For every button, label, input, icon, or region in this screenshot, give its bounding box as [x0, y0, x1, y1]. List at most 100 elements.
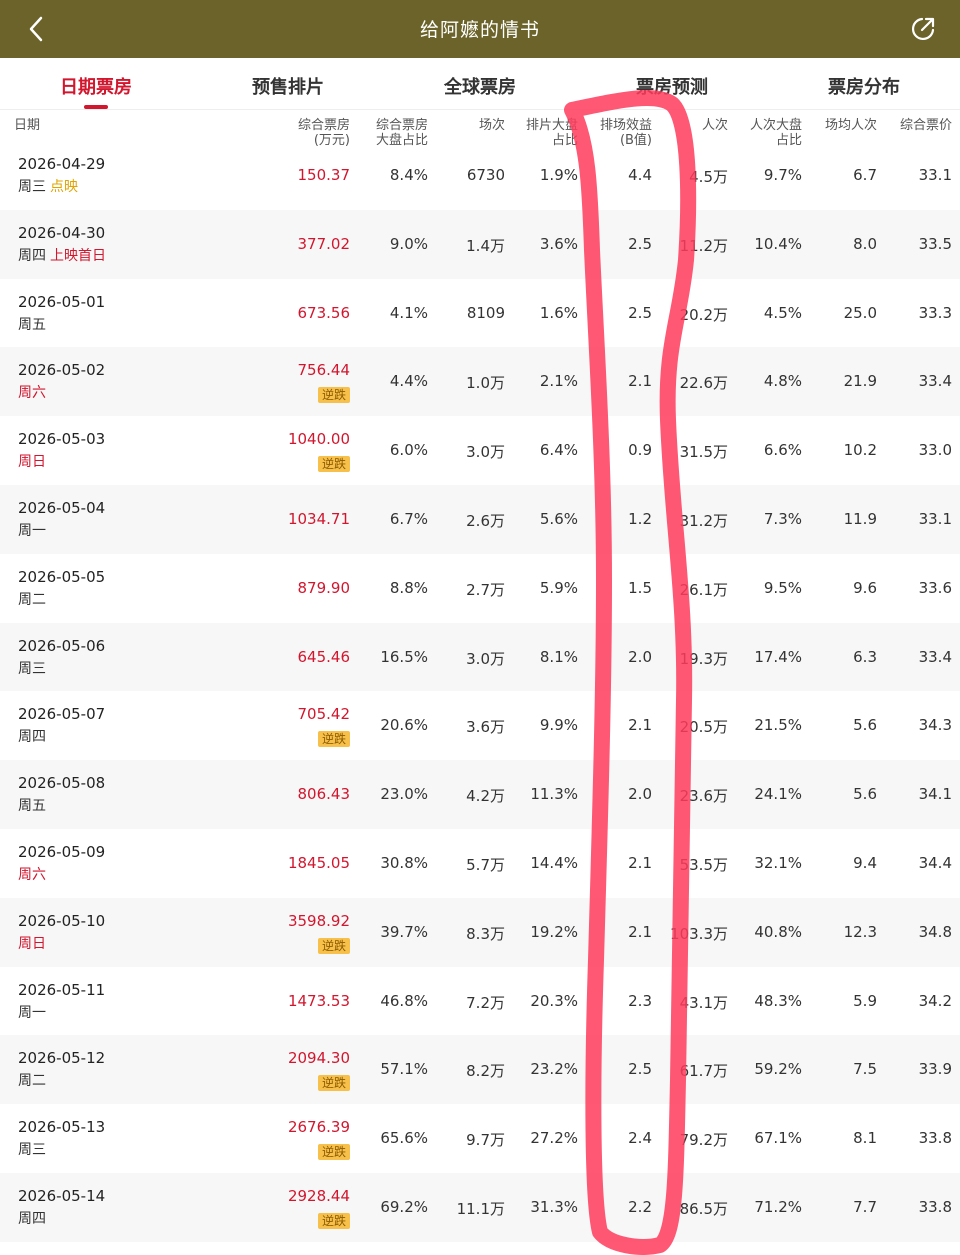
box-office-value: 645.46 — [297, 647, 351, 666]
shows-value: 8109 — [466, 303, 505, 322]
table-row[interactable]: 2026-05-11 周一 1473.53 46.8% 7.2万 20.3% 2.3 43.1… — [0, 967, 960, 1036]
table-row[interactable]: 2026-05-09 周六 1845.05 30.8% 5.7万 14.4% 2.1 53.5… — [0, 829, 960, 898]
admissions-value: 4.5万 — [689, 168, 728, 186]
avg-adm-value: 7.5 — [853, 1060, 877, 1079]
row-date: 2026-05-11 — [18, 980, 106, 999]
show-share-value: 1.9% — [539, 166, 578, 184]
admissions-value: 20.2万 — [679, 305, 728, 324]
box-office-value: 673.56 — [297, 303, 351, 322]
table-row[interactable]: 2026-04-30 周四 上映首日 377.02 9.0% 1.4万 3.6% 2.5 11.… — [0, 209, 960, 279]
bo-share-value: 4.4% — [389, 372, 428, 391]
table-row[interactable]: 2026-05-13 周三 2676.39 逆跌 65.6% 9.7万 27.2% 2.4 79… — [0, 1104, 960, 1173]
tab-1[interactable]: 预售排片 — [192, 58, 384, 109]
row-weekday: 周日 — [18, 933, 46, 953]
admissions-value: 31.2万 — [679, 511, 728, 530]
share-button[interactable] — [908, 14, 938, 44]
show-share-value: 27.2% — [530, 1129, 578, 1148]
tab-0[interactable]: 日期票房 — [0, 58, 192, 109]
weekday-label: 周四 — [18, 729, 46, 746]
data-table: 2026-04-29 周三 点映 150.37 8.4% 6730 1.9% 4.4 4.5万 9… — [0, 141, 960, 1242]
adm-share-value: 40.8% — [754, 922, 802, 941]
table-row[interactable]: 2026-05-12 周二 2094.30 逆跌 57.1% 8.2万 23.2% 2.5 61… — [0, 1035, 960, 1105]
row-weekday: 周二 — [18, 589, 46, 609]
avg-price-value: 33.3 — [918, 303, 952, 322]
avg-price-value: 33.0 — [918, 441, 952, 460]
adm-share-value: 21.5% — [754, 716, 802, 735]
avg-adm-value: 8.1 — [853, 1129, 877, 1148]
weekday-label: 周三 — [18, 1142, 46, 1159]
tab-3[interactable]: 票房预测 — [576, 58, 768, 109]
reverse-drop-badge: 逆跌 — [317, 937, 350, 954]
col-header-avg-adm[interactable]: 场均人次 — [825, 118, 877, 133]
date-cell: 2026-05-05 周二 — [0, 554, 268, 623]
weekday-label: 周四 — [18, 1210, 46, 1227]
efficiency-value: 2.0 — [628, 647, 652, 666]
show-share-value: 20.3% — [530, 991, 578, 1010]
table-row[interactable]: 2026-05-06 周三 645.46 16.5% 3.0万 8.1% 2.0 19.3万 1… — [0, 622, 960, 692]
adm-share-value: 59.2% — [754, 1060, 802, 1079]
avg-price-value: 33.8 — [918, 1129, 952, 1148]
admissions-value: 86.5万 — [679, 1199, 728, 1218]
avg-price-value: 33.1 — [918, 509, 952, 528]
avg-price-value: 33.6 — [918, 578, 952, 597]
shows-value: 7.2万 — [466, 993, 505, 1012]
weekday-label: 周日 — [18, 935, 46, 952]
row-date: 2026-05-09 — [18, 842, 106, 861]
avg-price-value: 33.5 — [918, 234, 952, 253]
bo-share-value: 8.4% — [389, 166, 428, 184]
table-row[interactable]: 2026-05-04 周一 1034.71 6.7% 2.6万 5.6% 1.2 31.2万 7… — [0, 484, 960, 554]
box-office-value: 879.90 — [297, 578, 351, 597]
weekday-label: 周五 — [18, 316, 46, 333]
shows-value: 2.7万 — [466, 580, 505, 599]
table-row[interactable]: 2026-05-01 周五 673.56 4.1% 8109 1.6% 2.5 20.2万 4.… — [0, 279, 960, 348]
bo-share-value: 9.0% — [389, 234, 428, 253]
efficiency-value: 2.1 — [628, 372, 652, 391]
row-date: 2026-05-04 — [18, 498, 106, 517]
table-row[interactable]: 2026-05-03 周日 1040.00 逆跌 6.0% 3.0万 6.4% 0.9 31.5… — [0, 416, 960, 485]
adm-share-value: 67.1% — [754, 1129, 802, 1148]
row-date: 2026-05-10 — [18, 911, 106, 930]
table-row[interactable]: 2026-05-07 周四 705.42 逆跌 20.6% 3.6万 9.9% 2.1 20.5… — [0, 691, 960, 760]
tab-4[interactable]: 票房分布 — [768, 58, 960, 109]
row-weekday: 周三 — [18, 1139, 46, 1159]
release-tag: 点映 — [50, 179, 78, 195]
avg-adm-value: 5.6 — [853, 785, 877, 804]
table-row[interactable]: 2026-05-05 周二 879.90 8.8% 2.7万 5.9% 1.5 26.1万 9.… — [0, 554, 960, 623]
row-weekday: 周一 — [18, 1002, 46, 1022]
table-row[interactable]: 2026-05-10 周日 3598.92 逆跌 39.7% 8.3万 19.2% 2.1 10… — [0, 897, 960, 967]
col-header-date[interactable]: 日期 — [14, 118, 40, 133]
table-row[interactable]: 2026-05-02 周六 756.44 逆跌 4.4% 1.0万 2.1% 2.1 22.6万… — [0, 347, 960, 417]
show-share-value: 14.4% — [530, 853, 578, 872]
show-share-value: 2.1% — [539, 372, 578, 391]
avg-adm-value: 5.9 — [853, 991, 877, 1010]
adm-share-value: 10.4% — [754, 234, 802, 253]
bo-share-value: 65.6% — [380, 1129, 428, 1148]
avg-price-value: 33.4 — [918, 372, 952, 391]
table-row[interactable]: 2026-05-14 周四 2928.44 逆跌 69.2% 11.1万 31.3% 2.2 8… — [0, 1172, 960, 1242]
avg-adm-value: 6.7 — [853, 166, 877, 184]
shows-value: 3.0万 — [466, 443, 505, 462]
box-office-value: 756.44 — [297, 361, 351, 380]
row-weekday: 周三 点映 — [18, 176, 78, 196]
shows-value: 1.0万 — [466, 374, 505, 393]
efficiency-value: 2.1 — [628, 922, 652, 941]
adm-share-value: 32.1% — [754, 853, 802, 872]
date-cell: 2026-05-09 周六 — [0, 829, 268, 898]
col-header-avg-price[interactable]: 综合票价 — [900, 118, 952, 133]
reverse-drop-badge: 逆跌 — [317, 1212, 350, 1229]
table-row[interactable]: 2026-04-29 周三 点映 150.37 8.4% 6730 1.9% 4.4 4.5万 9… — [0, 141, 960, 210]
table-row[interactable]: 2026-05-08 周五 806.43 23.0% 4.2万 11.3% 2.0 23.6万… — [0, 760, 960, 829]
row-date: 2026-04-30 — [18, 223, 106, 242]
bo-share-value: 23.0% — [380, 785, 428, 804]
avg-price-value: 34.4 — [918, 853, 952, 872]
avg-adm-value: 12.3 — [843, 922, 877, 941]
bo-share-value: 8.8% — [389, 578, 428, 597]
col-header-admissions[interactable]: 人次 — [702, 118, 728, 133]
efficiency-value: 2.1 — [628, 716, 652, 735]
box-office-value: 2094.30 — [287, 1049, 350, 1068]
date-cell: 2026-05-13 周三 — [0, 1104, 268, 1173]
avg-adm-value: 21.9 — [843, 372, 877, 391]
adm-share-value: 4.5% — [763, 303, 802, 322]
tab-2[interactable]: 全球票房 — [384, 58, 576, 109]
col-header-shows[interactable]: 场次 — [479, 118, 505, 133]
